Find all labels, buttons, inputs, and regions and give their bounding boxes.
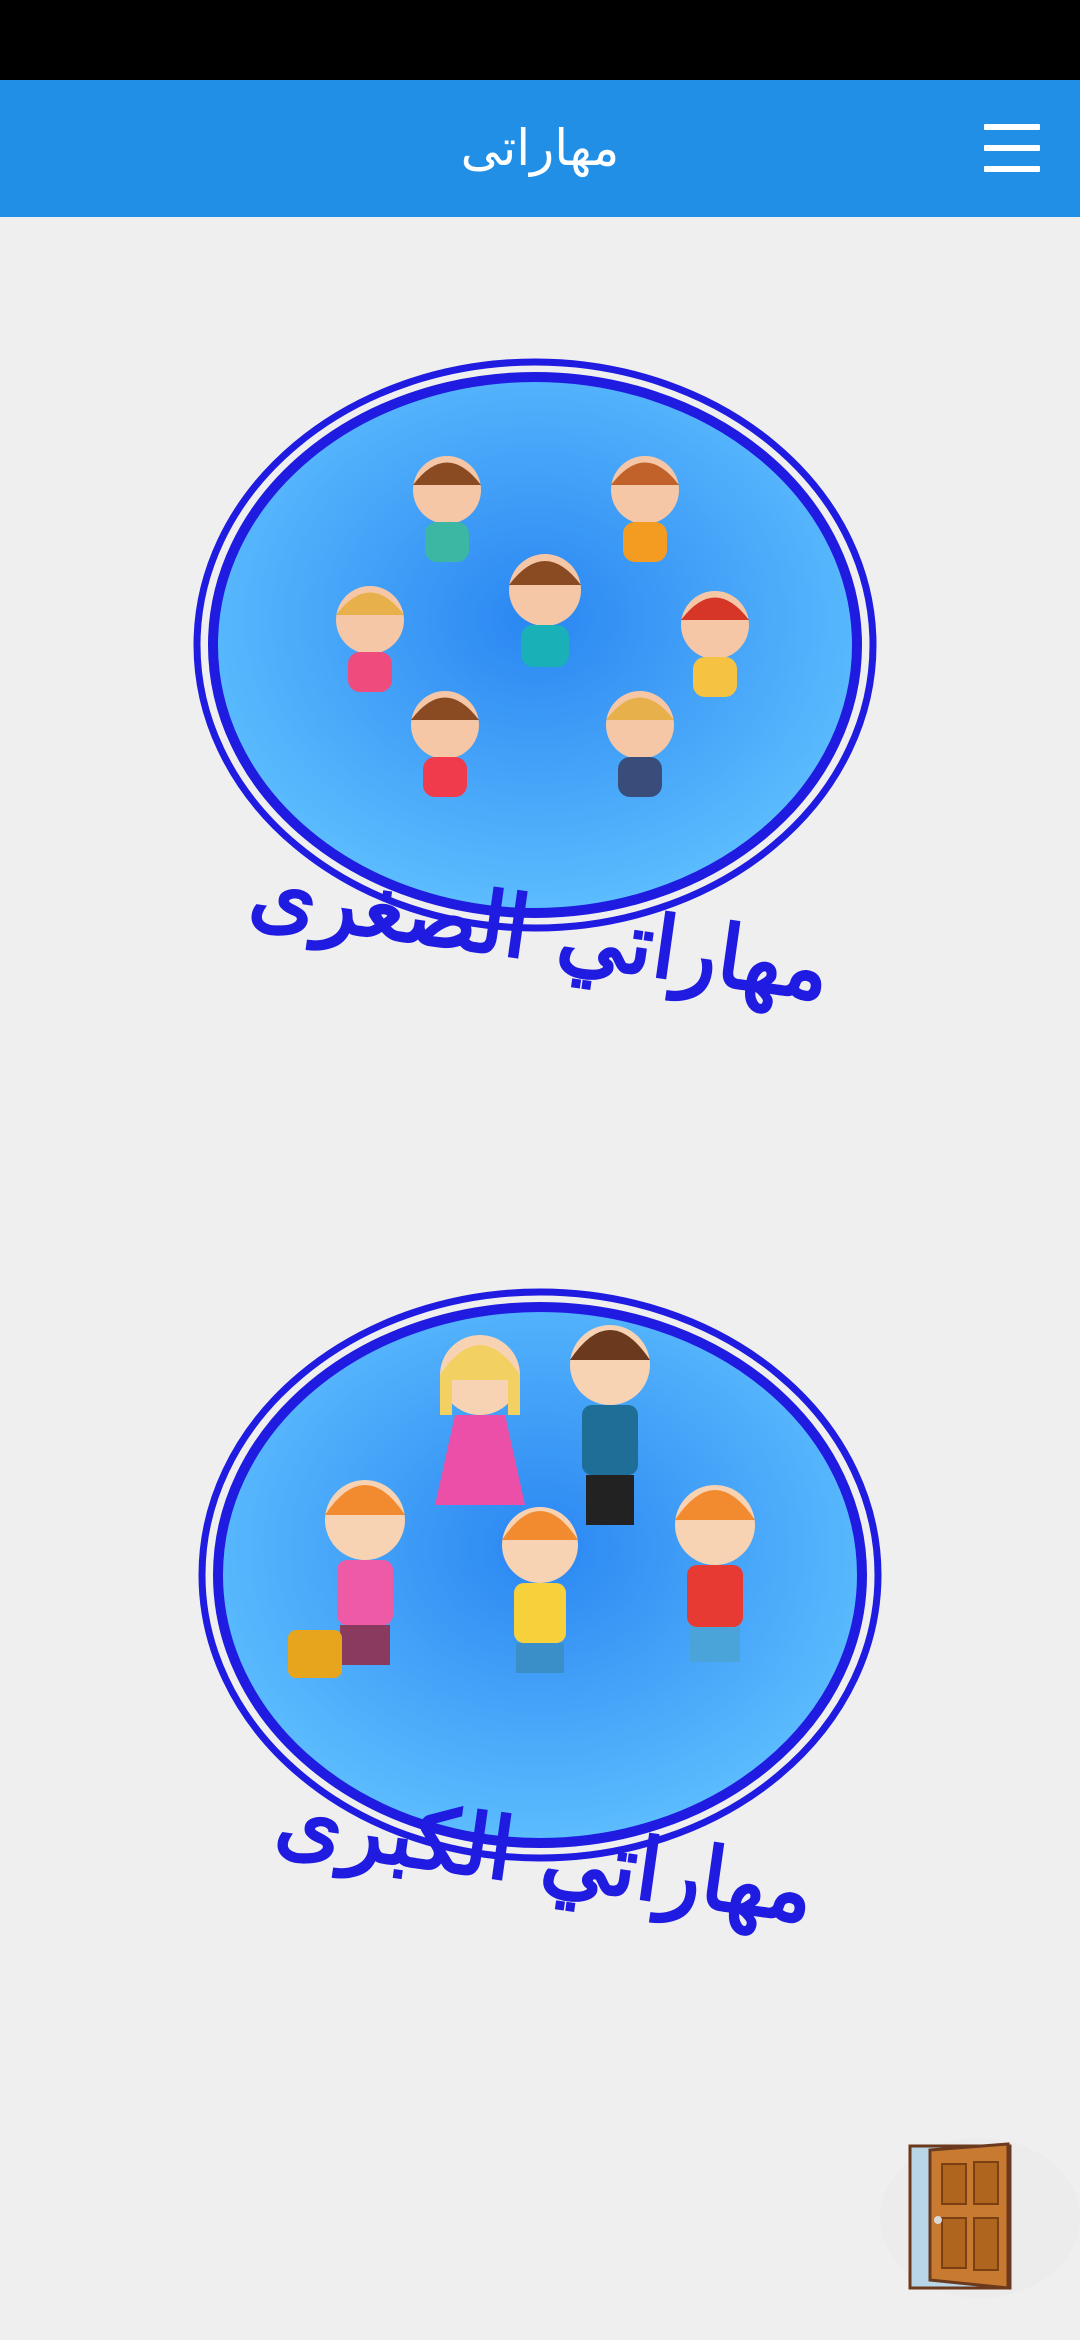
door-icon[interactable]	[880, 2138, 1080, 2298]
hamburger-menu-icon[interactable]	[984, 124, 1040, 172]
big-skills-card[interactable]: مهاراتي الكبرى	[190, 1270, 900, 1970]
app-title: مهاراتى	[460, 119, 620, 177]
small-skills-card[interactable]: مهاراتي الصغرى	[185, 340, 895, 1040]
status-bar	[0, 0, 1080, 80]
app-bar: مهاراتى	[0, 80, 1080, 217]
